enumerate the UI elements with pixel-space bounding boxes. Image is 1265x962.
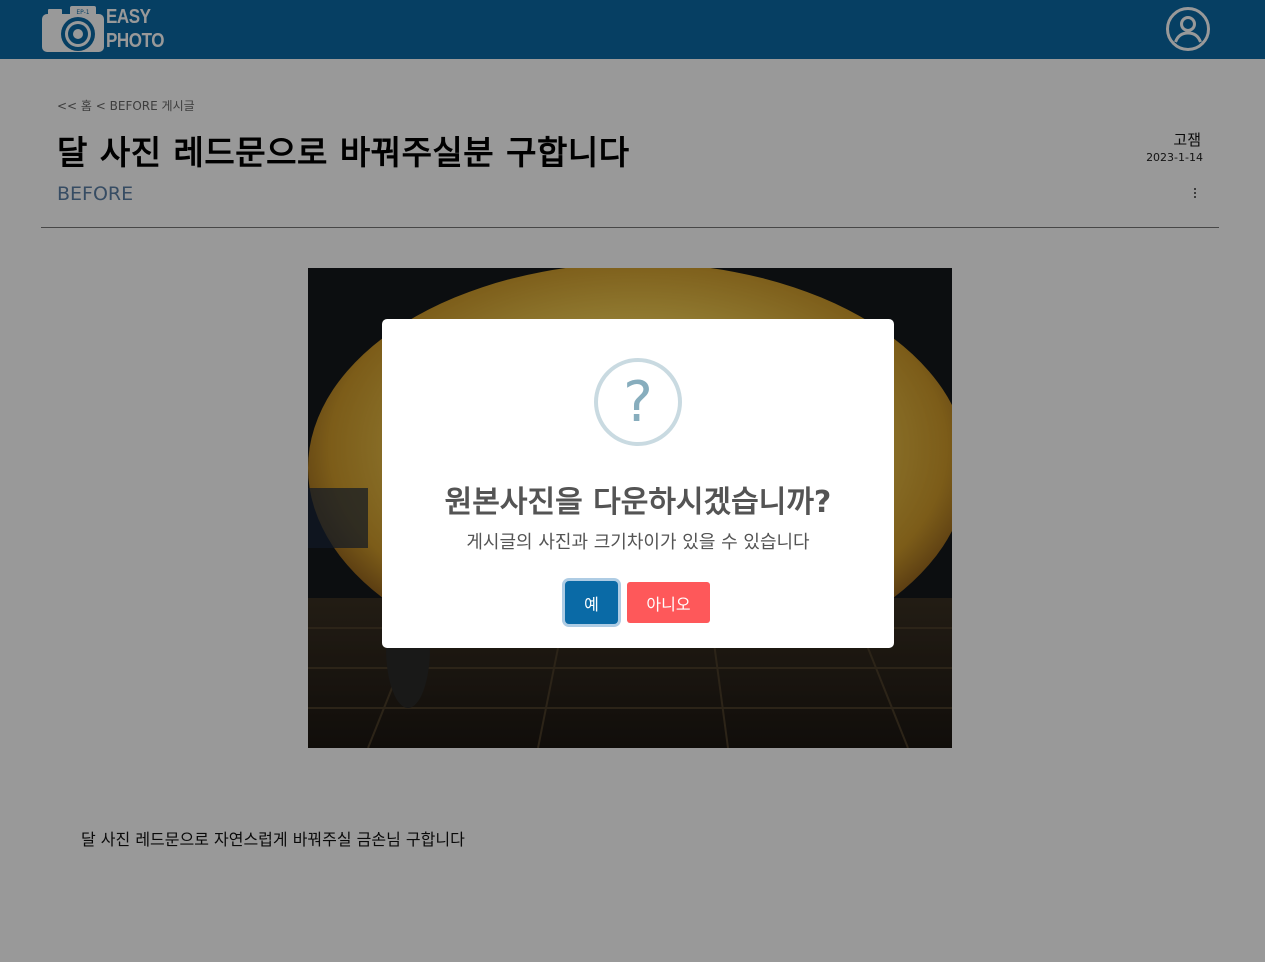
question-glyph: ? (623, 370, 653, 435)
question-icon: ? (594, 358, 682, 446)
confirm-button[interactable]: 예 (565, 581, 618, 624)
dialog-message: 게시글의 사진과 크기차이가 있을 수 있습니다 (466, 532, 810, 553)
cancel-button[interactable]: 아니오 (627, 582, 710, 623)
download-confirm-dialog: ? 원본사진을 다운하시겠습니까? 게시글의 사진과 크기차이가 있을 수 있습… (382, 319, 894, 648)
dialog-title: 원본사진을 다운하시겠습니까? (444, 485, 832, 520)
